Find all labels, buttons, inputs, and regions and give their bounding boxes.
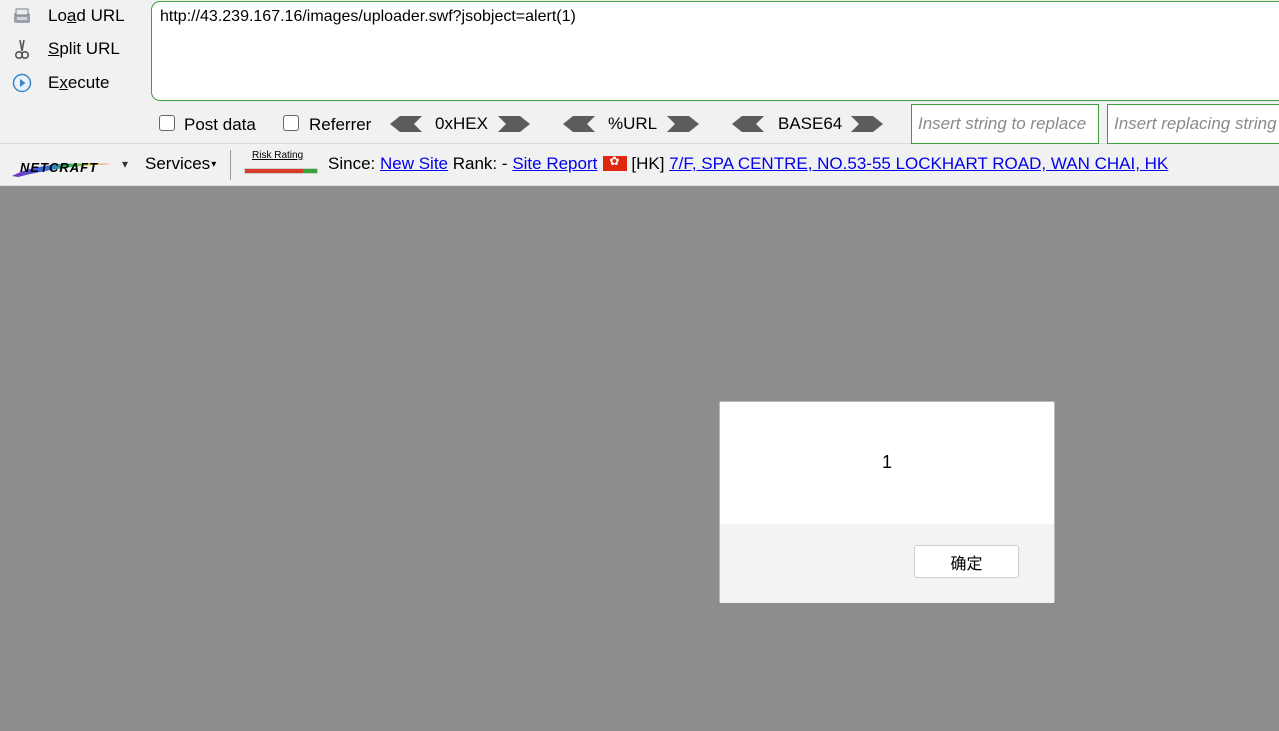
- hex-encoder-label: 0xHEX: [435, 114, 488, 133]
- confirm-button[interactable]: 确定: [914, 545, 1019, 578]
- alert-dialog: 1 确定: [719, 401, 1055, 603]
- hex-decode-arrow-icon[interactable]: [390, 115, 422, 133]
- hackbar-panel: Load URL Split URL Execute http://43.239…: [0, 0, 1279, 144]
- replacing-string-input[interactable]: Insert replacing string: [1107, 104, 1279, 144]
- load-url-command[interactable]: Load URL: [10, 1, 125, 31]
- execute-command[interactable]: Execute: [10, 68, 109, 98]
- post-data-checkbox[interactable]: [159, 115, 175, 131]
- toolbar-separator: [230, 150, 231, 180]
- risk-rating-bar: [244, 168, 318, 174]
- netcraft-toolbar: NETCRAFT ▾ Services▾ Risk Rating Since: …: [0, 144, 1279, 186]
- alert-message: 1: [881, 452, 892, 472]
- referrer-checkbox[interactable]: [283, 115, 299, 131]
- site-info: Since: New Site Rank: - Site Report[HK] …: [328, 154, 1168, 174]
- netcraft-dropdown-icon[interactable]: ▾: [122, 157, 128, 171]
- netcraft-logo-text: NETCRAFT: [20, 160, 99, 175]
- url-textarea[interactable]: http://43.239.167.16/images/uploader.swf…: [151, 1, 1279, 101]
- rank-label: Rank:: [452, 154, 498, 173]
- address-link[interactable]: 7/F, SPA CENTRE, NO.53-55 LOCKHART ROAD,…: [669, 154, 1168, 173]
- replace-string-placeholder: Insert string to replace: [918, 114, 1087, 133]
- url-text: http://43.239.167.16/images/uploader.swf…: [160, 8, 576, 25]
- play-icon: [10, 71, 34, 95]
- hex-encode-arrow-icon[interactable]: [498, 115, 530, 133]
- country-code: [HK]: [631, 154, 665, 173]
- replacing-string-placeholder: Insert replacing string: [1114, 114, 1277, 133]
- base64-encode-arrow-icon[interactable]: [851, 115, 883, 133]
- base64-decode-arrow-icon[interactable]: [732, 115, 764, 133]
- alert-footer: 确定: [720, 524, 1054, 603]
- url-decode-arrow-icon[interactable]: [563, 115, 595, 133]
- rank-value: -: [501, 154, 508, 173]
- hk-flag-icon: [603, 154, 628, 171]
- risk-rating-label[interactable]: Risk Rating: [252, 150, 303, 161]
- page-content-area: [0, 186, 1279, 731]
- execute-label: Execute: [48, 73, 110, 92]
- services-label: Services: [145, 154, 211, 173]
- load-url-icon: [10, 4, 34, 28]
- url-encode-arrow-icon[interactable]: [667, 115, 699, 133]
- referrer-label: Referrer: [309, 115, 372, 134]
- split-url-command[interactable]: Split URL: [10, 34, 120, 64]
- url-encoder-label: %URL: [608, 114, 658, 133]
- since-link[interactable]: New Site: [380, 154, 448, 173]
- split-url-label: Split URL: [48, 39, 120, 58]
- replace-string-input[interactable]: Insert string to replace: [911, 104, 1099, 144]
- since-label: Since:: [328, 154, 376, 173]
- post-data-label: Post data: [184, 115, 256, 134]
- scissors-icon: [10, 37, 34, 61]
- services-menu[interactable]: Services▾: [145, 154, 216, 174]
- services-caret-icon: ▾: [211, 159, 217, 170]
- load-url-label: Load URL: [48, 6, 125, 25]
- site-report-link[interactable]: Site Report: [512, 154, 597, 173]
- base64-encoder-label: BASE64: [778, 114, 843, 133]
